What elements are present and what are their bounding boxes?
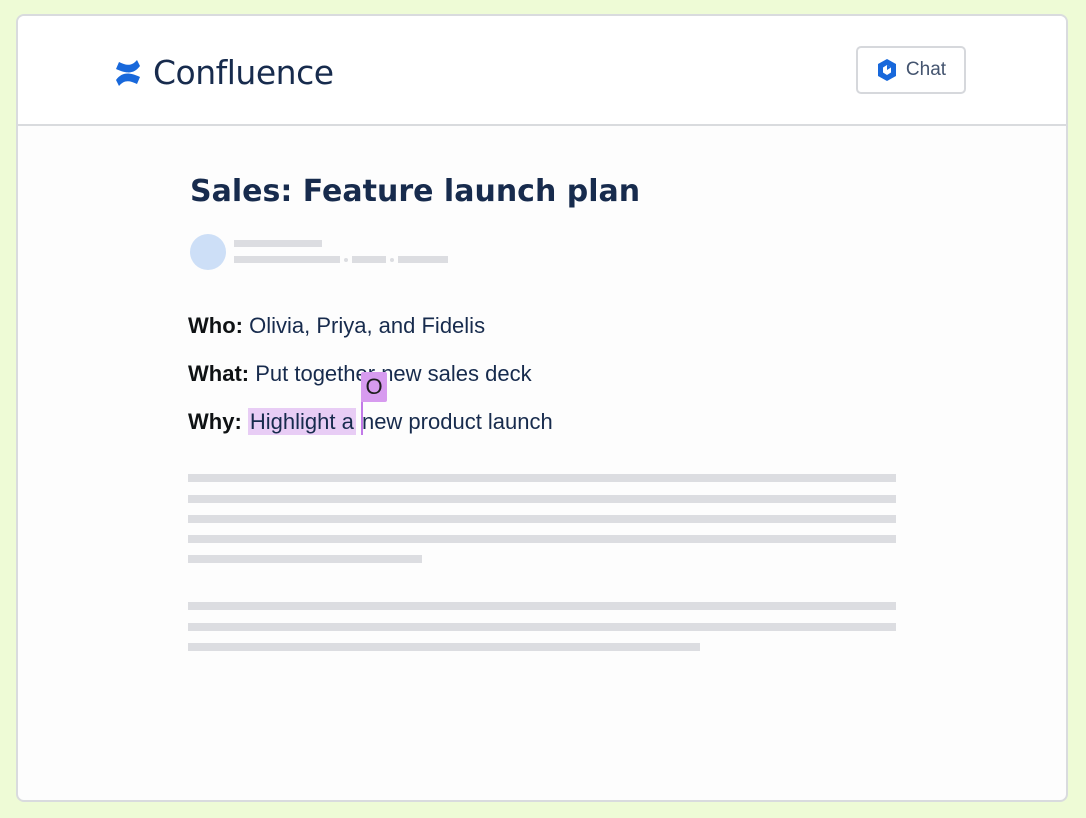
collaborator-cursor-flag: O [361, 372, 387, 402]
who-label: Who: [188, 313, 243, 338]
paragraph-placeholder-line [188, 602, 896, 610]
page-title[interactable]: Sales: Feature launch plan [190, 174, 640, 209]
paragraph-placeholder-line [188, 555, 422, 563]
rovo-chat-icon [877, 59, 896, 81]
collaborator-cursor [361, 399, 363, 435]
why-field[interactable]: Why: Highlight a new product launch [188, 408, 553, 435]
paragraph-placeholder-line [188, 623, 896, 631]
chat-button-label: Chat [905, 59, 947, 80]
author-name-placeholder [234, 240, 322, 247]
byline-separator [344, 258, 348, 262]
why-label: Why: [188, 409, 242, 434]
who-field[interactable]: Who: Olivia, Priya, and Fidelis [188, 313, 485, 339]
who-value: Olivia, Priya, and Fidelis [249, 313, 486, 338]
paragraph-placeholder-line [188, 643, 700, 651]
confluence-logo[interactable]: Confluence [113, 53, 334, 92]
byline-placeholder [352, 256, 386, 263]
why-value-rest: new product launch [355, 409, 553, 434]
paragraph-placeholder-line [188, 495, 896, 503]
what-field[interactable]: What: Put together new sales deck [188, 361, 532, 387]
what-value: Put together new sales deck [255, 361, 532, 386]
byline-placeholder [398, 256, 448, 263]
brand-name: Confluence [153, 53, 334, 92]
byline-separator [390, 258, 394, 262]
author-avatar[interactable] [190, 234, 226, 270]
paragraph-placeholder-line [188, 515, 896, 523]
selected-text-highlight[interactable]: Highlight a [247, 408, 356, 435]
paragraph-placeholder-line [188, 474, 896, 482]
confluence-logo-icon [116, 59, 140, 86]
chat-button[interactable]: Chat [856, 46, 966, 94]
top-navigation-bar: Confluence Chat [18, 16, 1066, 126]
byline-placeholder [234, 256, 340, 263]
confluence-window: Confluence Chat Sales: Feature launch pl… [16, 14, 1068, 802]
paragraph-placeholder-line [188, 535, 896, 543]
what-label: What: [188, 361, 250, 386]
